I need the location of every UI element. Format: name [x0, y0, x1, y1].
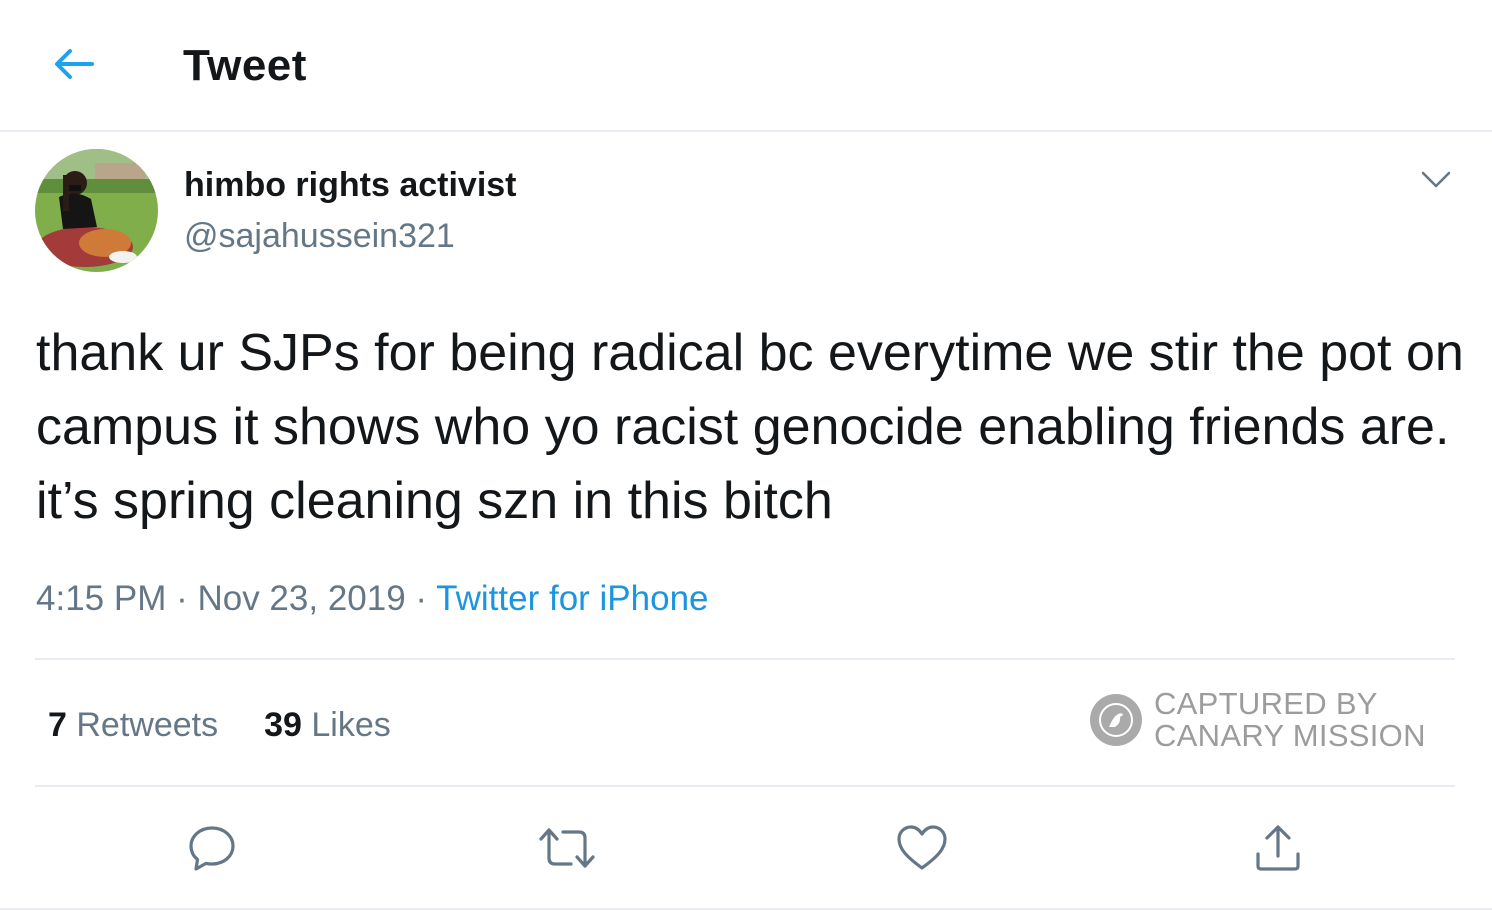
meta-separator: ·	[166, 579, 198, 618]
divider	[35, 785, 1455, 787]
meta-separator: ·	[405, 579, 437, 618]
tweet-time[interactable]: 4:15 PM	[36, 579, 166, 618]
tweet-meta: 4:15 PM · Nov 23, 2019 · Twitter for iPh…	[36, 576, 709, 622]
like-button[interactable]	[892, 818, 952, 878]
share-icon	[1256, 825, 1300, 871]
canary-mission-watermark: CAPTURED BY CANARY MISSION	[1090, 688, 1426, 752]
reply-icon	[189, 826, 235, 871]
author-handle[interactable]: @sajahussein321	[184, 216, 455, 256]
tweet-options-button[interactable]	[1412, 160, 1460, 200]
tweet-header: Tweet	[0, 0, 1492, 132]
back-button[interactable]	[48, 40, 100, 88]
likes-count: 39	[264, 706, 302, 744]
arrow-left-icon	[55, 49, 94, 79]
avatar[interactable]	[35, 149, 158, 272]
tweet-date[interactable]: Nov 23, 2019	[197, 579, 405, 618]
tweet-text: thank ur SJPs for being radical bc every…	[36, 324, 1464, 530]
divider	[35, 658, 1455, 660]
likes-label: Likes	[301, 706, 391, 744]
share-button[interactable]	[1248, 818, 1308, 878]
likes-stat[interactable]: 39 Likes	[264, 704, 391, 746]
reply-button[interactable]	[182, 818, 242, 878]
tweet-source-link[interactable]: Twitter for iPhone	[436, 579, 708, 618]
watermark-line-1: CAPTURED BY	[1154, 686, 1378, 721]
page-title: Tweet	[183, 41, 307, 90]
like-icon	[897, 825, 947, 870]
retweet-icon	[539, 828, 595, 868]
divider	[0, 908, 1492, 910]
retweets-label: Retweets	[66, 706, 219, 744]
retweets-count: 7	[48, 706, 67, 744]
watermark-line-2: CANARY MISSION	[1154, 718, 1426, 753]
tweet-stats: 7 Retweets 39 Likes	[48, 704, 391, 746]
retweet-button[interactable]	[537, 818, 597, 878]
chevron-down-icon	[1421, 171, 1451, 188]
author-display-name[interactable]: himbo rights activist	[184, 164, 517, 206]
canary-logo-icon	[1090, 694, 1142, 746]
retweets-stat[interactable]: 7 Retweets	[48, 704, 218, 746]
